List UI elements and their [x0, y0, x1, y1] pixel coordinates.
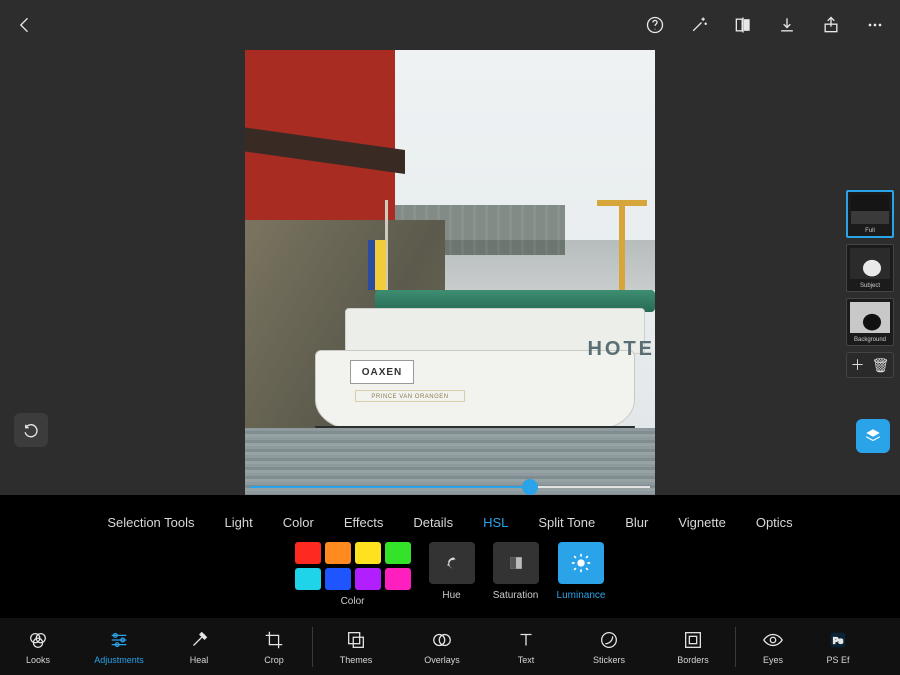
tool-adjustments[interactable]: Adjustments: [76, 618, 162, 675]
top-bar-left: [14, 14, 36, 36]
boat-subtitle: PRINCE VAN ORANGEN: [355, 390, 465, 402]
adjust-tab-light[interactable]: Light: [225, 515, 253, 530]
tool-stickers[interactable]: Stickers: [567, 618, 651, 675]
hsl-color-label: Color: [341, 596, 365, 607]
svg-text:Ps: Ps: [833, 636, 844, 645]
hotel-text: HOTE: [587, 338, 655, 361]
undo-button[interactable]: [14, 413, 48, 447]
adjust-tab-effects[interactable]: Effects: [344, 515, 384, 530]
hsl-controls: Color Hue Saturation Luminance: [0, 542, 900, 610]
tool-heal[interactable]: Heal: [162, 618, 236, 675]
borders-icon: [682, 629, 704, 651]
hsl-swatch-7[interactable]: [385, 568, 411, 590]
mask-thumb-background[interactable]: Background: [846, 298, 894, 346]
tool-crop[interactable]: Crop: [236, 618, 312, 675]
text-icon: [515, 629, 537, 651]
tool-label: Themes: [340, 655, 373, 665]
back-icon[interactable]: [14, 14, 36, 36]
tool-looks[interactable]: Looks: [0, 618, 76, 675]
slider-fill: [250, 486, 530, 488]
mask-actions: ＋ 🗑: [846, 352, 894, 378]
tool-overlays[interactable]: Overlays: [399, 618, 485, 675]
tool-eyes[interactable]: Eyes: [736, 618, 810, 675]
tool-label: Eyes: [763, 655, 783, 665]
mask-thumb-full[interactable]: Full: [846, 190, 894, 238]
share-icon[interactable]: [820, 14, 842, 36]
hsl-swatch-3[interactable]: [385, 542, 411, 564]
hsl-color-picker: Color: [295, 542, 411, 607]
stickers-icon: [598, 629, 620, 651]
tool-label: Text: [518, 655, 535, 665]
hsl-swatch-0[interactable]: [295, 542, 321, 564]
hsl-swatch-2[interactable]: [355, 542, 381, 564]
adjust-tab-optics[interactable]: Optics: [756, 515, 793, 530]
themes-icon: [345, 629, 367, 651]
top-bar-right: [644, 14, 886, 36]
photo-canvas[interactable]: OAXEN PRINCE VAN ORANGEN HOTE: [245, 50, 655, 495]
tool-label: Borders: [677, 655, 709, 665]
add-mask-button[interactable]: ＋: [851, 355, 865, 375]
hsl-swatch-6[interactable]: [355, 568, 381, 590]
layers-button[interactable]: [856, 419, 890, 453]
more-icon[interactable]: [864, 14, 886, 36]
bottom-toolbar: Looks Adjustments Heal Crop Themes Overlays Te…: [0, 617, 900, 675]
mask-label: Full: [865, 228, 875, 236]
hsl-luminance-button[interactable]: Luminance: [557, 542, 606, 601]
adjust-tab-vignette[interactable]: Vignette: [678, 515, 725, 530]
eyes-icon: [762, 629, 784, 651]
overlays-icon: [431, 629, 453, 651]
adjust-tab-details[interactable]: Details: [413, 515, 453, 530]
adjust-tab-hsl[interactable]: HSL: [483, 515, 508, 530]
tool-label: Looks: [26, 655, 50, 665]
mask-thumb-subject[interactable]: Subject: [846, 244, 894, 292]
adjust-tab-blur[interactable]: Blur: [625, 515, 648, 530]
hsl-hue-button[interactable]: Hue: [429, 542, 475, 601]
looks-icon: [27, 629, 49, 651]
boat-name-plate: OAXEN: [350, 360, 414, 384]
adjust-tab-split-tone[interactable]: Split Tone: [538, 515, 595, 530]
slider-knob[interactable]: [522, 479, 538, 495]
compare-icon[interactable]: [732, 14, 754, 36]
adjustments-icon: [108, 629, 130, 651]
hsl-swatch-4[interactable]: [295, 568, 321, 590]
mask-panel: Full Subject Background ＋ 🗑: [844, 190, 896, 378]
tool-label: Stickers: [593, 655, 625, 665]
tool-borders[interactable]: Borders: [651, 618, 735, 675]
download-icon[interactable]: [776, 14, 798, 36]
tool-label: PS Ef: [826, 655, 849, 665]
top-bar: [0, 0, 900, 50]
heal-icon: [188, 629, 210, 651]
tool-label: Crop: [264, 655, 284, 665]
mask-label: Background: [854, 337, 886, 345]
tool-label: Heal: [190, 655, 209, 665]
hsl-swatch-1[interactable]: [325, 542, 351, 564]
adjust-tabs: Selection Tools Light Color Effects Details H…: [0, 506, 900, 538]
crop-icon: [263, 629, 285, 651]
tool-label: Overlays: [424, 655, 460, 665]
tool-pseffects[interactable]: Ps PS Ef: [810, 618, 866, 675]
mask-label: Subject: [860, 283, 880, 291]
help-icon[interactable]: [644, 14, 666, 36]
adjust-tab-color[interactable]: Color: [283, 515, 314, 530]
delete-mask-button[interactable]: 🗑: [872, 357, 890, 374]
tool-text[interactable]: Text: [485, 618, 567, 675]
hsl-saturation-button[interactable]: Saturation: [493, 542, 539, 601]
app-root: OAXEN PRINCE VAN ORANGEN HOTE Full Subje…: [0, 0, 900, 675]
adjust-slider[interactable]: [250, 478, 650, 496]
adjust-tab-selection-tools[interactable]: Selection Tools: [107, 515, 194, 530]
tool-themes[interactable]: Themes: [313, 618, 399, 675]
tool-label: Adjustments: [94, 655, 144, 665]
pseffects-icon: Ps: [827, 629, 849, 651]
auto-enhance-icon[interactable]: [688, 14, 710, 36]
canvas-area: OAXEN PRINCE VAN ORANGEN HOTE: [0, 50, 900, 495]
hsl-swatch-5[interactable]: [325, 568, 351, 590]
